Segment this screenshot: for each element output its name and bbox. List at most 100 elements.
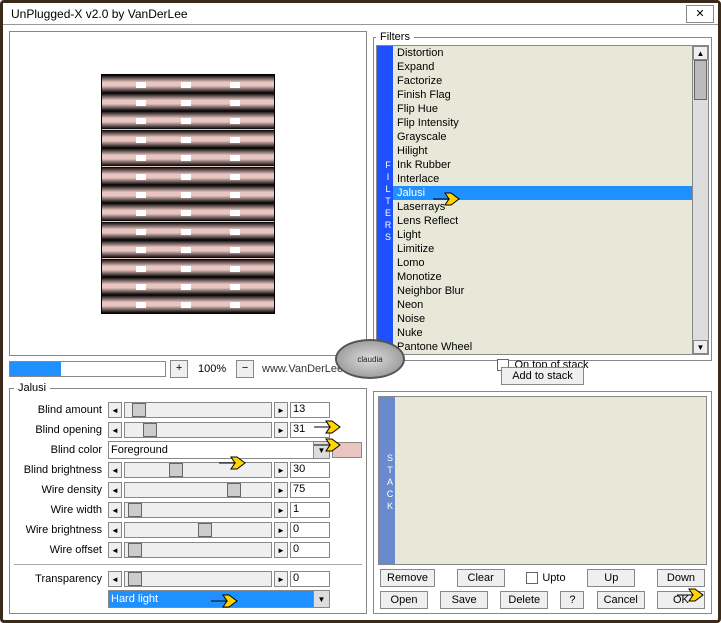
arrow-right-icon[interactable]: ►: [274, 542, 288, 558]
filter-item[interactable]: Neighbor Blur: [393, 284, 692, 298]
param-label: Wire width: [14, 504, 106, 516]
param-slider[interactable]: [124, 482, 272, 498]
filter-item[interactable]: Lomo: [393, 256, 692, 270]
arrow-right-icon[interactable]: ►: [274, 571, 288, 587]
arrow-right-icon[interactable]: ►: [274, 402, 288, 418]
param-value[interactable]: 0: [290, 571, 330, 587]
open-button[interactable]: Open: [380, 591, 428, 609]
upto-checkbox[interactable]: [526, 572, 538, 584]
param-slider[interactable]: [124, 522, 272, 538]
param-value[interactable]: 31: [290, 422, 330, 438]
param-label: Wire density: [14, 484, 106, 496]
param-label: Blind brightness: [14, 464, 106, 476]
watermark: claudia: [335, 339, 405, 379]
filter-item[interactable]: Factorize: [393, 74, 692, 88]
filter-item[interactable]: Monotize: [393, 270, 692, 284]
param-value[interactable]: 1: [290, 502, 330, 518]
filter-item[interactable]: Lens Reflect: [393, 214, 692, 228]
scroll-thumb[interactable]: [694, 60, 707, 100]
clear-button[interactable]: Clear: [457, 569, 505, 587]
filter-item[interactable]: Noise: [393, 312, 692, 326]
param-value[interactable]: 30: [290, 462, 330, 478]
stack-list[interactable]: [395, 397, 706, 564]
window-title: UnPlugged-X v2.0 by VanDerLee: [11, 7, 686, 21]
filter-item[interactable]: Limitize: [393, 242, 692, 256]
close-icon[interactable]: ✕: [686, 5, 714, 23]
down-button[interactable]: Down: [657, 569, 705, 587]
filters-group: Filters FILTERS DistortionExpandFactoriz…: [373, 31, 712, 361]
param-label: Blind color: [14, 444, 106, 456]
scroll-up-icon[interactable]: ▲: [693, 46, 708, 60]
blend-mode-value: Hard light: [111, 593, 158, 605]
arrow-left-icon[interactable]: ◄: [108, 542, 122, 558]
param-label: Wire offset: [14, 544, 106, 556]
filter-item[interactable]: Laserrays: [393, 200, 692, 214]
arrow-left-icon[interactable]: ◄: [108, 462, 122, 478]
arrow-left-icon[interactable]: ◄: [108, 482, 122, 498]
filter-item[interactable]: Flip Hue: [393, 102, 692, 116]
param-value[interactable]: 75: [290, 482, 330, 498]
stack-group: STACK Remove Clear Upto Up Down Open Sav…: [373, 391, 712, 614]
add-to-stack-button[interactable]: Add to stack: [501, 367, 584, 385]
params-group: Jalusi Blind amount◄►13Blind opening◄►31…: [9, 382, 367, 614]
param-value[interactable]: 0: [290, 542, 330, 558]
filter-item[interactable]: Neon: [393, 298, 692, 312]
zoom-in-button[interactable]: +: [170, 360, 188, 378]
filter-item[interactable]: Finish Flag: [393, 88, 692, 102]
remove-button[interactable]: Remove: [380, 569, 435, 587]
param-slider[interactable]: [124, 462, 272, 478]
filter-item[interactable]: Grayscale: [393, 130, 692, 144]
filter-item[interactable]: Light: [393, 228, 692, 242]
arrow-right-icon[interactable]: ►: [274, 522, 288, 538]
filter-item[interactable]: Ink Rubber: [393, 158, 692, 172]
param-value[interactable]: 13: [290, 402, 330, 418]
scrollbar[interactable]: ▲ ▼: [692, 46, 708, 354]
filter-item[interactable]: Jalusi: [393, 186, 692, 200]
param-label: Transparency: [14, 573, 106, 585]
blend-mode-combo[interactable]: Hard light ▼: [108, 590, 330, 608]
params-legend: Jalusi: [14, 382, 50, 394]
filters-tab[interactable]: FILTERS: [377, 46, 393, 354]
filter-item[interactable]: Hilight: [393, 144, 692, 158]
filter-item[interactable]: Flip Intensity: [393, 116, 692, 130]
filter-item[interactable]: Interlace: [393, 172, 692, 186]
param-combo[interactable]: Foreground▼: [108, 441, 330, 459]
color-swatch[interactable]: [332, 442, 362, 458]
param-slider[interactable]: [124, 502, 272, 518]
scroll-down-icon[interactable]: ▼: [693, 340, 708, 354]
arrow-left-icon[interactable]: ◄: [108, 522, 122, 538]
delete-button[interactable]: Delete: [500, 591, 548, 609]
preview-panel: [9, 31, 367, 356]
filter-item[interactable]: Pantone Wheel: [393, 340, 692, 354]
zoom-out-button[interactable]: −: [236, 360, 254, 378]
param-value[interactable]: 0: [290, 522, 330, 538]
param-slider[interactable]: [124, 402, 272, 418]
stack-tab[interactable]: STACK: [379, 397, 395, 564]
arrow-left-icon[interactable]: ◄: [108, 422, 122, 438]
save-button[interactable]: Save: [440, 591, 488, 609]
arrow-right-icon[interactable]: ►: [274, 482, 288, 498]
chevron-down-icon[interactable]: ▼: [313, 591, 329, 607]
up-button[interactable]: Up: [587, 569, 635, 587]
arrow-left-icon[interactable]: ◄: [108, 502, 122, 518]
filter-item[interactable]: Distortion: [393, 46, 692, 60]
arrow-right-icon[interactable]: ►: [274, 422, 288, 438]
chevron-down-icon[interactable]: ▼: [313, 442, 329, 458]
filters-legend: Filters: [376, 31, 414, 43]
arrow-right-icon[interactable]: ►: [274, 462, 288, 478]
param-label: Blind amount: [14, 404, 106, 416]
filter-item[interactable]: Expand: [393, 60, 692, 74]
param-slider[interactable]: [124, 571, 272, 587]
arrow-left-icon[interactable]: ◄: [108, 571, 122, 587]
param-slider[interactable]: [124, 542, 272, 558]
cancel-button[interactable]: Cancel: [597, 591, 645, 609]
param-label: Blind opening: [14, 424, 106, 436]
filters-list[interactable]: DistortionExpandFactorizeFinish FlagFlip…: [393, 46, 692, 354]
zoom-slider[interactable]: [9, 361, 166, 377]
param-slider[interactable]: [124, 422, 272, 438]
help-button[interactable]: ?: [560, 591, 584, 609]
filter-item[interactable]: Nuke: [393, 326, 692, 340]
ok-button[interactable]: OK: [657, 591, 705, 609]
arrow-left-icon[interactable]: ◄: [108, 402, 122, 418]
arrow-right-icon[interactable]: ►: [274, 502, 288, 518]
